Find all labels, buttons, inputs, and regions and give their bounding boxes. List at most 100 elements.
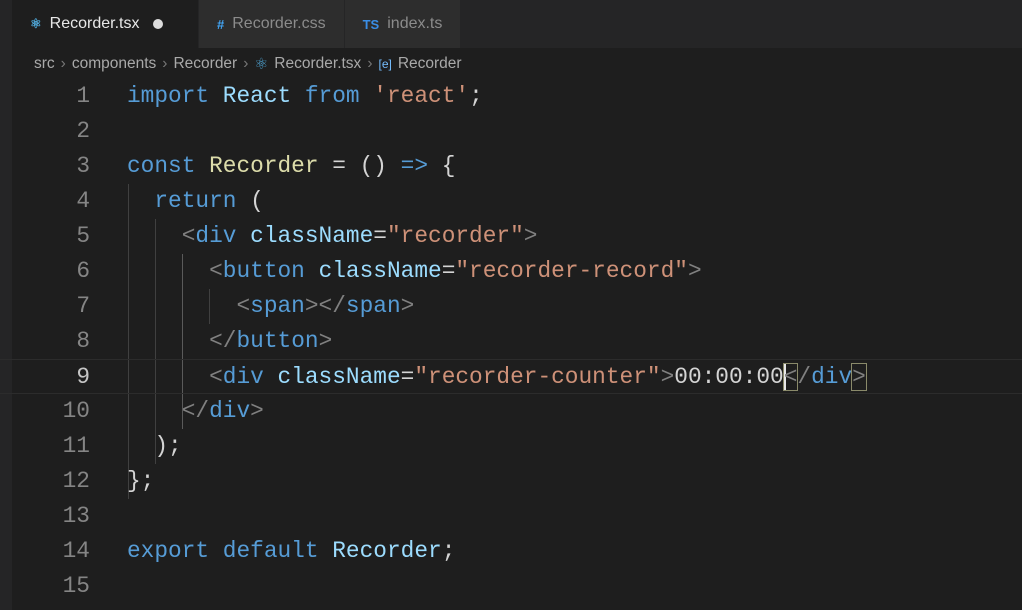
react-icon: ⚛ xyxy=(254,55,269,73)
code-token: < xyxy=(209,364,223,390)
line-number: 8 xyxy=(76,328,90,354)
code-token: </ xyxy=(181,398,210,424)
code-token: => xyxy=(400,153,429,179)
breadcrumb-item[interactable]: Recorder xyxy=(173,55,237,73)
code-token: ; xyxy=(441,538,456,564)
code-token: div xyxy=(195,223,237,249)
code-token: = xyxy=(441,258,456,284)
code-token: </ xyxy=(209,328,237,354)
editor-tabs: ⚛ Recorder.tsx # Recorder.css TS index.ts xyxy=(12,0,1022,48)
code-token: Recorder xyxy=(332,538,442,564)
typescript-icon: TS xyxy=(362,16,380,32)
symbol-variable-icon: [e] xyxy=(378,57,392,71)
line-number: 5 xyxy=(76,223,90,249)
code-line: 5 <div className="recorder"> xyxy=(0,219,1022,254)
code-token: const xyxy=(127,153,196,179)
tab-label: index.ts xyxy=(387,15,443,32)
code-token: div xyxy=(811,364,853,390)
code-text: export default Recorder; xyxy=(127,534,455,569)
code-token: > xyxy=(851,363,867,391)
breadcrumb: src › components › Recorder › ⚛ Recorder.tsx › [e… xyxy=(34,52,462,76)
code-token: React xyxy=(222,83,292,109)
line-number: 3 xyxy=(76,153,90,179)
code-token: > xyxy=(250,398,264,424)
code-token: = xyxy=(400,364,415,390)
chevron-right-icon: › xyxy=(162,55,168,72)
code-token: Recorder xyxy=(209,153,319,179)
code-line: 6 <button className="recorder-record"> xyxy=(0,254,1022,289)
code-token: < xyxy=(181,223,196,249)
code-line: 12}; xyxy=(0,464,1022,499)
code-token: "recorder" xyxy=(386,223,524,249)
line-number: 2 xyxy=(76,118,90,144)
code-line: 8 </button> xyxy=(0,324,1022,359)
code-token: "recorder-record" xyxy=(455,258,688,284)
code-text: }; xyxy=(127,464,154,499)
code-token: export xyxy=(127,538,210,564)
unsaved-dot-icon xyxy=(153,19,164,29)
breadcrumb-item[interactable]: Recorder.tsx xyxy=(274,55,361,73)
code-text: </div> xyxy=(127,394,264,429)
code-token: span xyxy=(345,293,401,319)
code-token: button xyxy=(236,328,319,354)
code-token: div xyxy=(222,364,264,390)
code-line: 7 <span></span> xyxy=(0,289,1022,324)
code-token: from xyxy=(304,83,360,109)
code-token: > xyxy=(318,328,333,354)
code-token: / xyxy=(797,364,812,390)
line-number: 10 xyxy=(62,398,90,424)
code-text: <div className="recorder-counter">00:00:… xyxy=(127,360,867,395)
code-line: 13 xyxy=(0,499,1022,534)
line-number: 6 xyxy=(76,258,90,284)
code-token: span xyxy=(250,293,305,319)
breadcrumb-item[interactable]: src xyxy=(34,55,55,73)
tab-recorder-tsx[interactable]: ⚛ Recorder.tsx xyxy=(12,0,198,48)
code-token: ( xyxy=(236,188,264,214)
code-text: ); xyxy=(127,429,182,464)
code-line: 15 xyxy=(0,569,1022,604)
code-text: <span></span> xyxy=(127,289,414,324)
code-token: < xyxy=(236,293,251,319)
code-token: default xyxy=(222,538,319,564)
code-token: ></ xyxy=(304,293,346,319)
code-token: > xyxy=(660,364,675,390)
breadcrumb-item[interactable]: components xyxy=(72,55,156,73)
code-text: <button className="recorder-record"> xyxy=(127,254,702,289)
code-line: 14 export default Recorder; xyxy=(0,534,1022,569)
code-token: 'react' xyxy=(373,83,470,109)
code-token: > xyxy=(523,223,538,249)
tab-index-ts[interactable]: TS index.ts xyxy=(344,0,461,48)
line-number: 7 xyxy=(76,293,90,319)
code-token: button xyxy=(222,258,305,284)
code-line: 2 xyxy=(0,114,1022,149)
code-token: div xyxy=(209,398,251,424)
code-line: 10 </div> xyxy=(0,394,1022,429)
code-token: < xyxy=(209,258,223,284)
breadcrumb-item[interactable]: Recorder xyxy=(398,55,462,73)
code-token: ); xyxy=(127,433,182,459)
code-token: return xyxy=(154,188,237,214)
code-token: className xyxy=(318,258,442,284)
line-number: 1 xyxy=(76,83,90,109)
chevron-right-icon: › xyxy=(243,55,249,72)
code-token: ; xyxy=(469,83,483,109)
tab-recorder-css[interactable]: # Recorder.css xyxy=(199,0,344,48)
code-token: className xyxy=(277,364,401,390)
code-text: import React from 'react'; xyxy=(127,79,483,114)
line-number: 9 xyxy=(76,364,90,390)
code-token: import xyxy=(127,83,210,109)
react-icon: ⚛ xyxy=(30,16,42,31)
code-text: return ( xyxy=(127,184,264,219)
tab-label: Recorder.css xyxy=(232,15,326,32)
code-text: </button> xyxy=(127,324,332,359)
line-number: 14 xyxy=(62,538,90,564)
code-line: 9 <div className="recorder-counter">00:0… xyxy=(0,359,1022,394)
